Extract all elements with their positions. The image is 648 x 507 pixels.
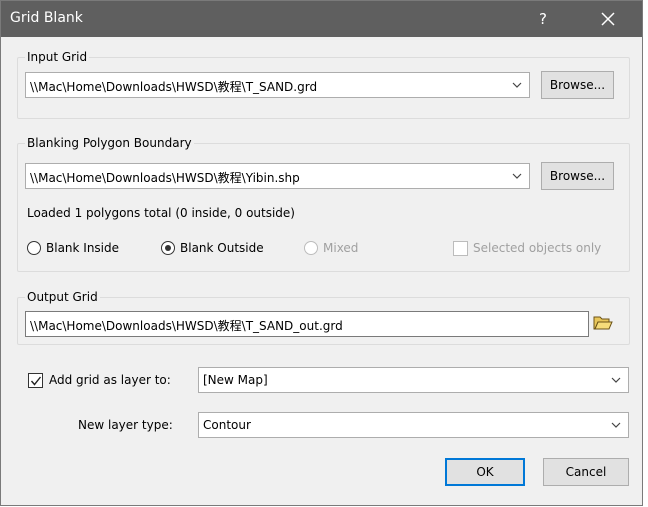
mixed-label: Mixed — [323, 241, 359, 255]
ok-button[interactable]: OK — [445, 458, 525, 486]
check-icon — [30, 376, 42, 386]
output-grid-value: \\Mac\Home\Downloads\HWSD\教程\T_SAND_out.… — [30, 319, 343, 333]
input-grid-value: \\Mac\Home\Downloads\HWSD\教程\T_SAND.grd — [30, 80, 318, 94]
help-button[interactable]: ? — [532, 1, 554, 37]
chevron-down-icon — [611, 422, 621, 428]
chevron-down-icon — [611, 377, 621, 383]
dialog-title: Grid Blank — [10, 10, 83, 26]
blank-outside-label[interactable]: Blank Outside — [180, 241, 264, 255]
blanking-browse-button[interactable]: Browse... — [541, 162, 614, 190]
add-layer-value: [New Map] — [203, 373, 268, 387]
cancel-button[interactable]: Cancel — [543, 458, 629, 486]
polygon-status-text: Loaded 1 polygons total (0 inside, 0 out… — [27, 206, 295, 220]
blanking-value: \\Mac\Home\Downloads\HWSD\教程\Yibin.shp — [30, 171, 300, 185]
layer-type-label: New layer type: — [78, 418, 173, 432]
input-grid-browse-button[interactable]: Browse... — [541, 71, 614, 99]
input-grid-combo[interactable]: \\Mac\Home\Downloads\HWSD\教程\T_SAND.grd — [25, 72, 530, 98]
grid-blank-dialog: Grid Blank ? Input Grid \\Mac\Home\Downl… — [0, 0, 643, 506]
open-folder-icon[interactable] — [593, 314, 613, 332]
chevron-down-icon — [512, 173, 522, 179]
chevron-down-icon — [512, 82, 522, 88]
layer-type-combo[interactable]: Contour — [198, 412, 629, 438]
add-layer-label[interactable]: Add grid as layer to: — [49, 373, 171, 387]
close-icon — [601, 12, 615, 26]
blanking-label: Blanking Polygon Boundary — [25, 136, 194, 150]
mixed-radio — [304, 241, 318, 255]
close-button[interactable] — [588, 1, 628, 37]
output-grid-input[interactable]: \\Mac\Home\Downloads\HWSD\教程\T_SAND_out.… — [25, 311, 589, 337]
title-bar: Grid Blank ? — [1, 1, 642, 37]
add-layer-combo[interactable]: [New Map] — [198, 367, 629, 393]
input-grid-label: Input Grid — [25, 50, 90, 64]
blank-inside-label[interactable]: Blank Inside — [46, 241, 119, 255]
selected-only-checkbox — [453, 241, 468, 256]
layer-type-value: Contour — [203, 418, 251, 432]
blanking-combo[interactable]: \\Mac\Home\Downloads\HWSD\教程\Yibin.shp — [25, 163, 530, 189]
blank-inside-radio[interactable] — [27, 241, 41, 255]
add-layer-checkbox[interactable] — [28, 373, 43, 388]
selected-only-label: Selected objects only — [473, 241, 602, 255]
blank-outside-radio[interactable] — [161, 241, 175, 255]
output-grid-label: Output Grid — [25, 290, 100, 304]
